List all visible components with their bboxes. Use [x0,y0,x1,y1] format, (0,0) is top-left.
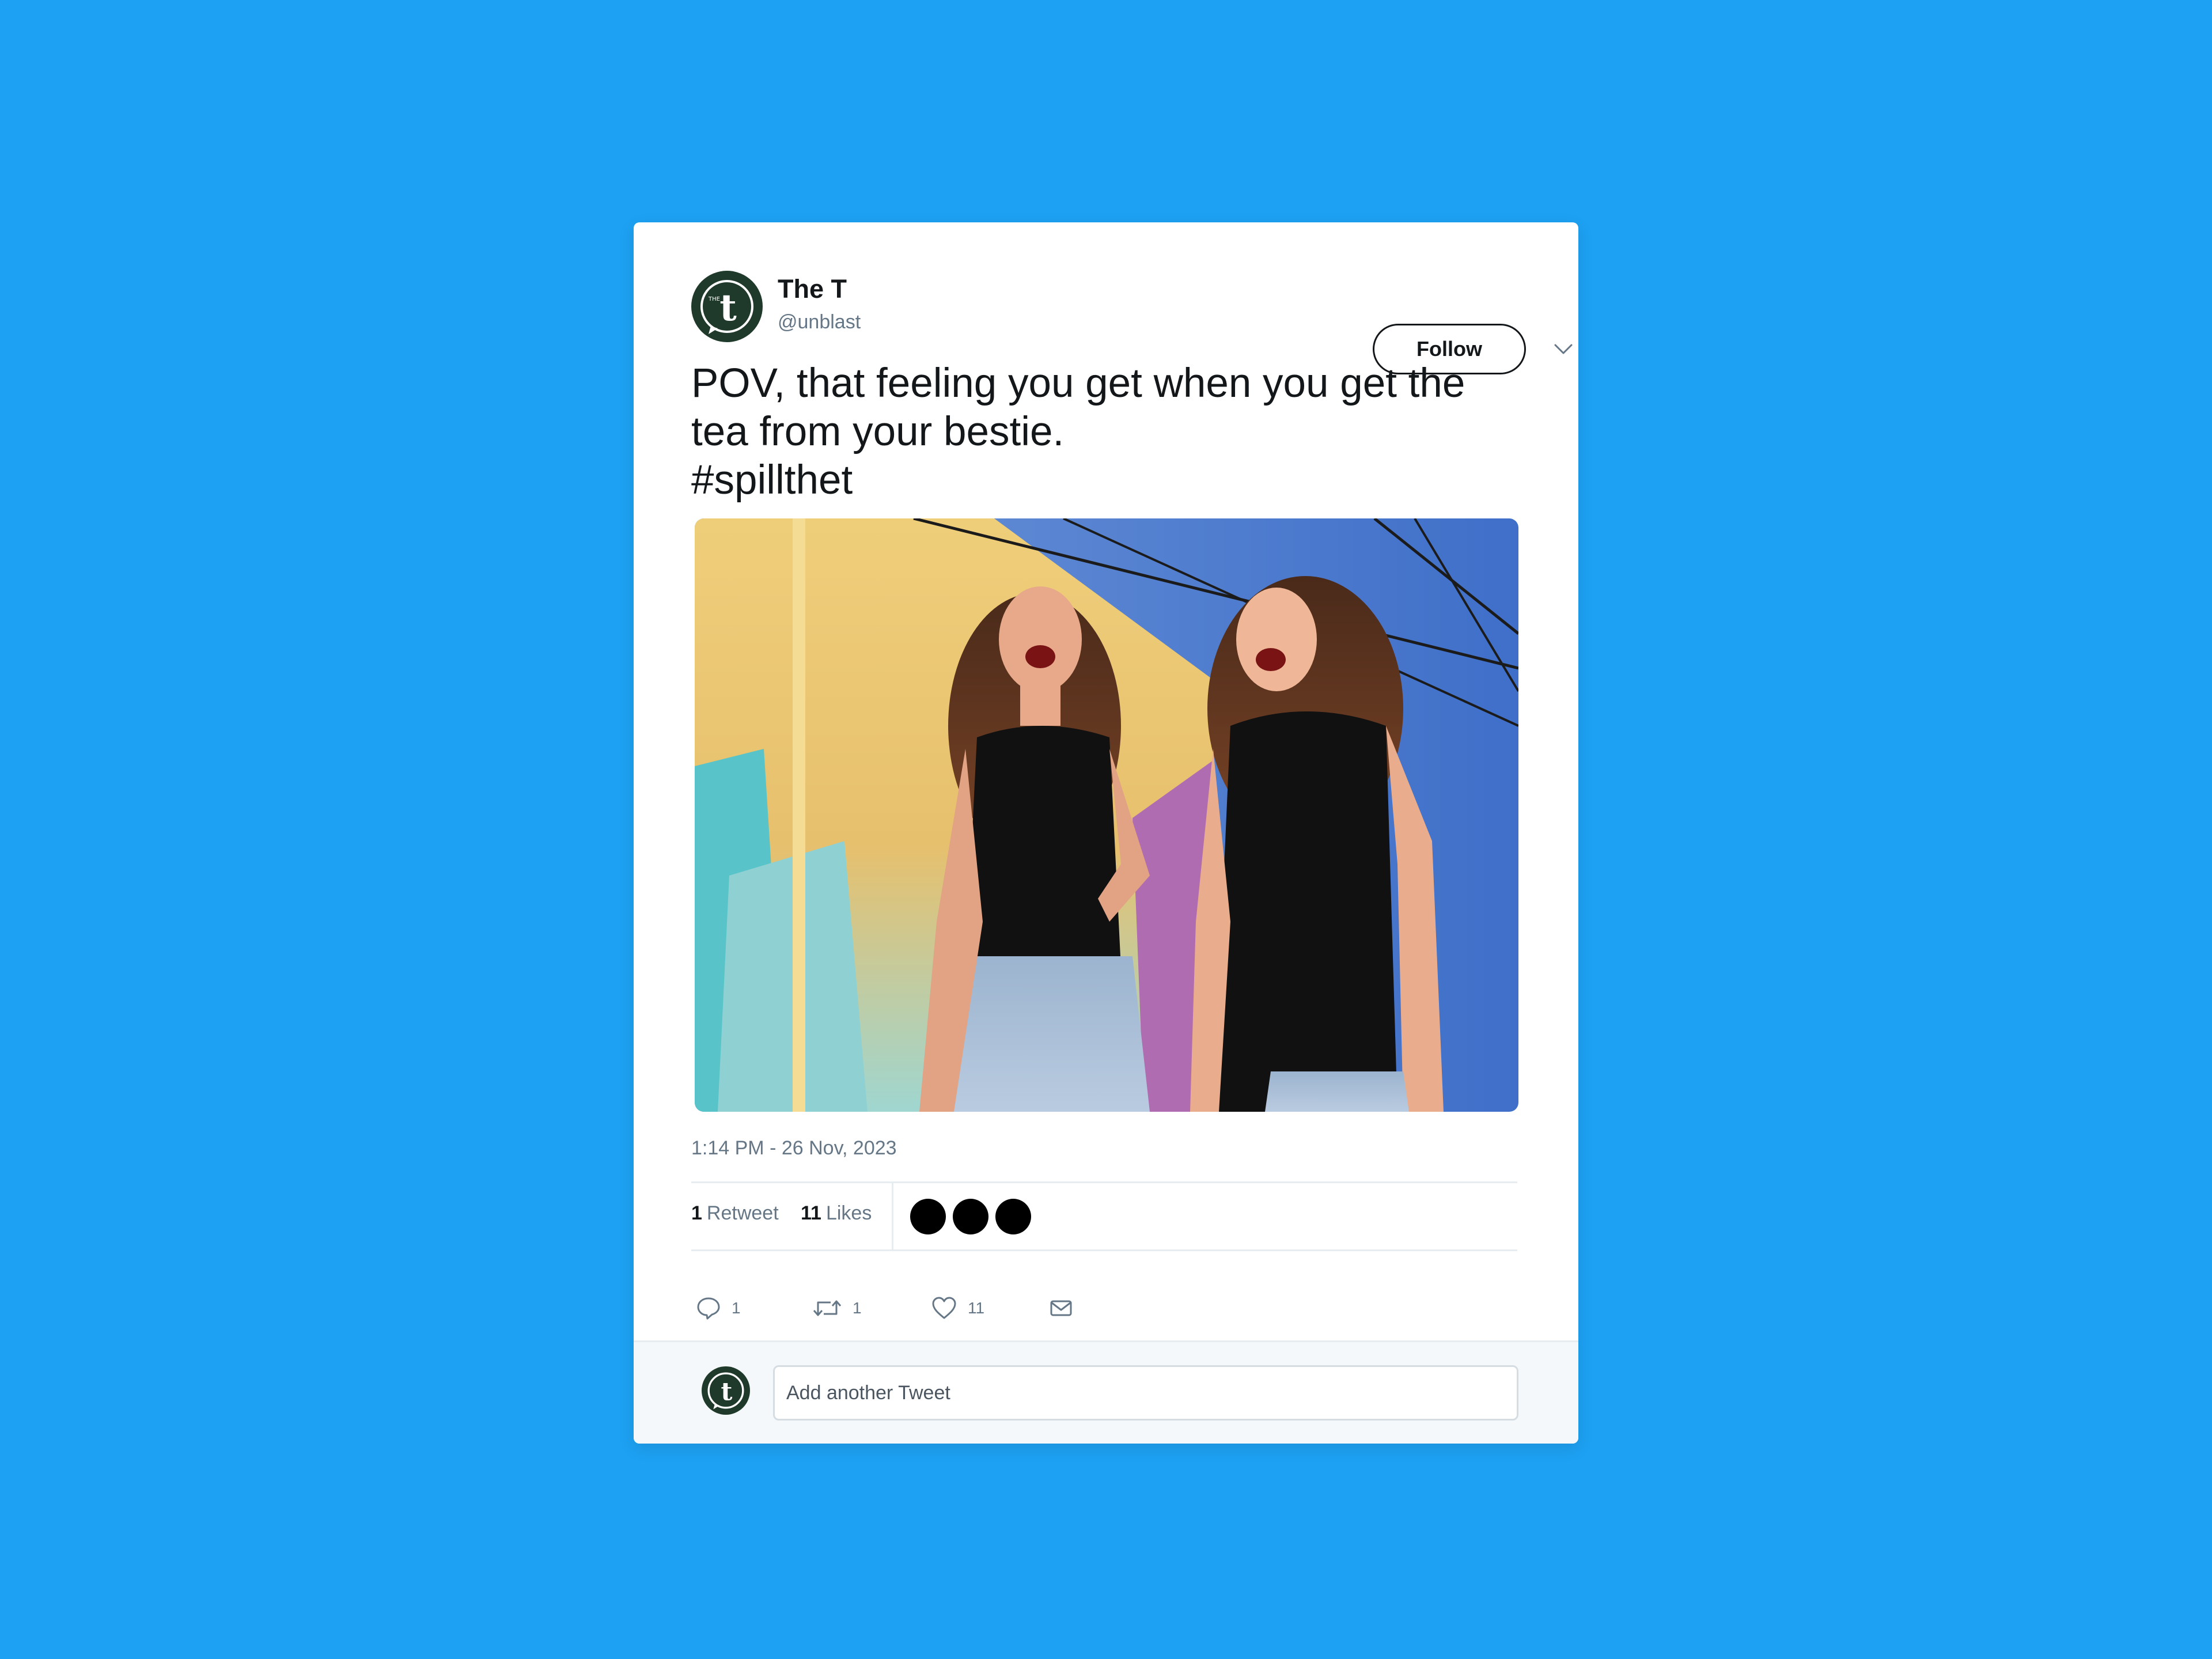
retweet-icon [813,1300,842,1316]
chevron-down-icon[interactable] [1552,338,1575,361]
avatar[interactable]: t THE [691,271,763,342]
likes-label: Likes [825,1202,872,1224]
reply-icon [697,1297,720,1320]
retweet-action-count: 1 [853,1299,862,1317]
retweet-stat[interactable]: 1 Retweet [691,1202,779,1225]
svg-text:THE: THE [708,296,720,302]
tweet-text-line: POV, that feeling you get when you get t… [691,361,1465,406]
likes-count: 11 [801,1202,821,1224]
retweet-label: Retweet [706,1202,779,1224]
reply-button[interactable]: 1 [696,1288,741,1328]
stats-divider [892,1181,893,1249]
svg-text:t: t [719,286,737,329]
tweet-text-line: tea from your bestie. [691,409,1065,454]
the-t-logo-icon: t THE [700,280,753,334]
divider [691,1249,1517,1251]
tweet-header: t THE The T @unblast Follow [691,271,1573,374]
tweet-timestamp[interactable]: 1:14 PM - 26 Nov, 2023 [691,1137,897,1160]
mail-icon [1050,1300,1072,1316]
reply-input[interactable] [773,1365,1518,1421]
tweet-body: t THE The T @unblast Follow POV, that fe… [634,222,1578,1342]
tweet-text: POV, that feeling you get when you get t… [691,359,1532,505]
user-name[interactable]: The T [778,274,847,304]
tweet-stats: 1 Retweet 11 Likes [691,1181,1517,1249]
tweet-actions: 1 1 11 [691,1288,1517,1328]
reply-bar: t [634,1340,1578,1444]
like-button[interactable]: 11 [931,1288,984,1328]
user-handle[interactable]: @unblast [778,311,861,334]
retweet-button[interactable]: 1 [812,1288,862,1328]
tweet-card: t THE The T @unblast Follow POV, that fe… [634,222,1578,1444]
tweet-photo[interactable] [695,518,1518,1112]
likes-stat[interactable]: 11 Likes [801,1202,872,1225]
like-action-count: 11 [968,1299,985,1317]
reply-count: 1 [732,1299,741,1317]
svg-text:t: t [721,1377,732,1406]
liker-avatar[interactable] [953,1199,988,1234]
the-t-logo-icon: t [707,1372,744,1410]
hashtag-link[interactable]: #spillthet [691,456,1532,505]
message-button[interactable] [1048,1288,1074,1328]
reply-avatar: t [702,1366,750,1415]
liker-avatar[interactable] [910,1199,946,1234]
retweet-count: 1 [691,1202,702,1224]
liker-avatar[interactable] [995,1199,1031,1234]
heart-icon [932,1297,956,1319]
